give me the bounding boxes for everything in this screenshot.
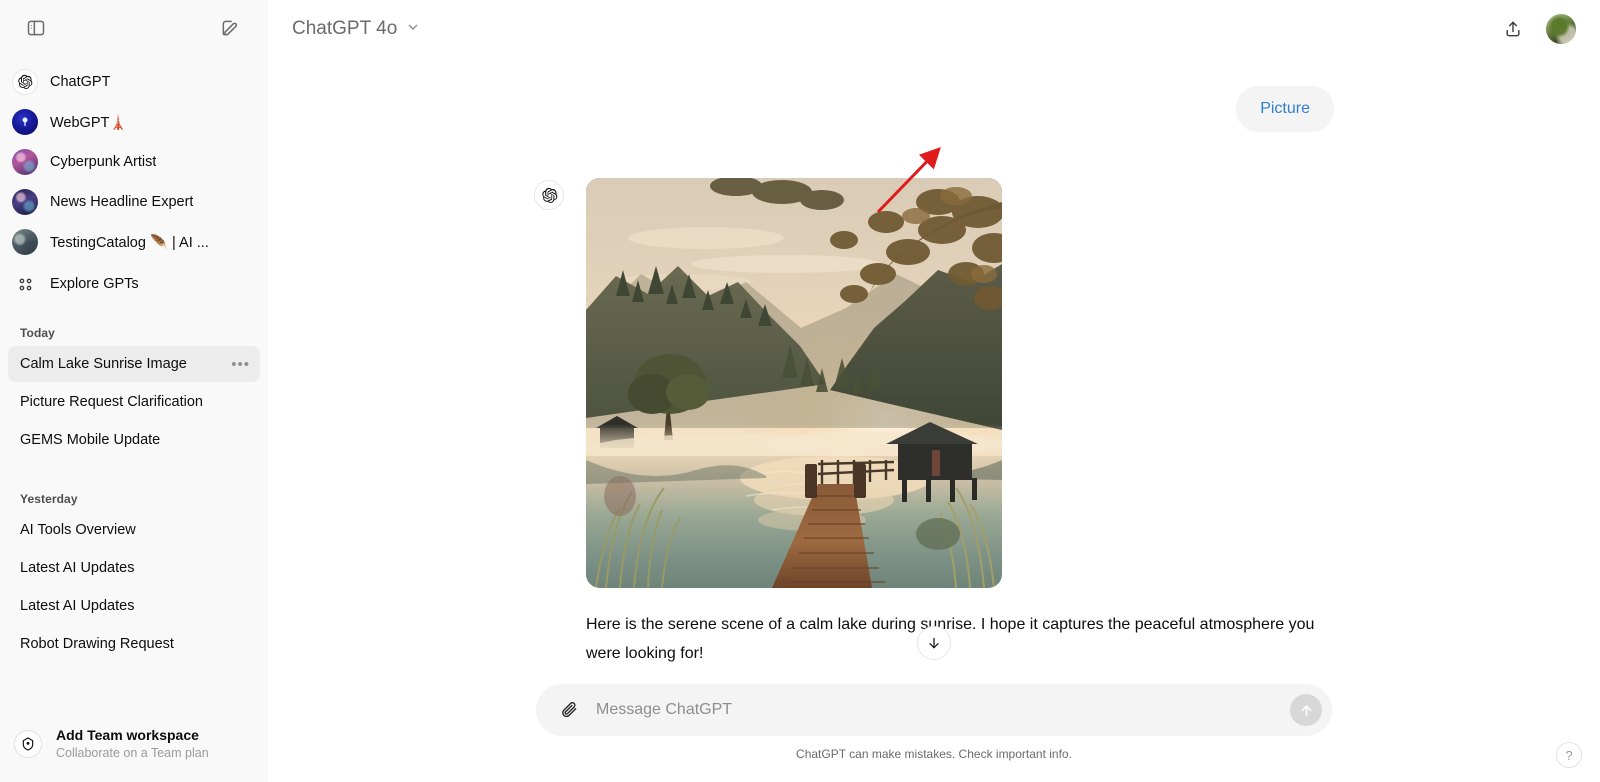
sidebar-item-label: TestingCatalog 🪶 | AI ...	[50, 234, 209, 251]
sidebar: ChatGPT WebGPT🗼 Cyberpunk Artist News He…	[0, 0, 268, 782]
section-title-today: Today	[20, 326, 55, 340]
assistant-message-text: Here is the serene scene of a calm lake …	[586, 616, 1315, 662]
team-badge-icon	[14, 730, 42, 759]
sidebar-item-cyberpunk-artist[interactable]: Cyberpunk Artist	[8, 142, 260, 182]
conversation-inner: Picture Here is the serene scene of a ca…	[534, 58, 1334, 704]
news-avatar	[12, 189, 38, 215]
sidebar-item-news-headline-expert[interactable]: News Headline Expert	[8, 182, 260, 222]
sidebar-item-explore-gpts[interactable]: Explore GPTs	[8, 264, 260, 304]
team-title: Add Team workspace	[56, 727, 199, 744]
chat-item-latest-ai-updates-2[interactable]: Latest AI Updates	[8, 588, 260, 624]
openai-logo-icon	[12, 69, 38, 95]
user-message-bubble[interactable]: Picture	[1236, 86, 1334, 132]
team-subtitle: Collaborate on a Team plan	[56, 746, 209, 761]
testingcatalog-avatar	[12, 229, 38, 255]
user-message-text: Picture	[1260, 100, 1310, 117]
share-upload-icon[interactable]	[1496, 12, 1530, 46]
assistant-body: Here is the serene scene of a calm lake …	[586, 178, 1334, 704]
model-name-label: ChatGPT 4o	[292, 18, 398, 39]
add-team-workspace-button[interactable]: Add Team workspace Collaborate on a Team…	[8, 718, 260, 770]
message-composer[interactable]	[536, 684, 1332, 736]
team-text-block: Add Team workspace Collaborate on a Team…	[56, 726, 209, 762]
chat-item-latest-ai-updates-1[interactable]: Latest AI Updates	[8, 550, 260, 586]
user-turn: Picture	[534, 58, 1334, 132]
chat-item-label: AI Tools Overview	[20, 522, 136, 538]
new-chat-compose-icon[interactable]	[214, 12, 246, 44]
webgpt-avatar	[12, 109, 38, 135]
sidebar-scroll-area: ChatGPT WebGPT🗼 Cyberpunk Artist News He…	[0, 56, 268, 712]
chat-item-picture-request-clarification[interactable]: Picture Request Clarification	[8, 384, 260, 420]
openai-logo-icon	[534, 180, 564, 210]
chat-item-robot-drawing-request[interactable]: Robot Drawing Request	[8, 626, 260, 662]
chat-item-label: Picture Request Clarification	[20, 394, 203, 410]
sidebar-item-label: WebGPT🗼	[50, 114, 128, 131]
sidebar-item-chatgpt[interactable]: ChatGPT	[8, 62, 260, 102]
sidebar-item-label: Cyberpunk Artist	[50, 154, 157, 170]
chat-item-gems-mobile-update[interactable]: GEMS Mobile Update	[8, 422, 260, 458]
chat-item-label: Calm Lake Sunrise Image	[20, 356, 187, 372]
sidebar-footer: Add Team workspace Collaborate on a Team…	[0, 712, 268, 782]
paperclip-icon[interactable]	[554, 695, 584, 725]
sidebar-item-label: Explore GPTs	[50, 276, 139, 292]
gpt-list: ChatGPT WebGPT🗼 Cyberpunk Artist News He…	[8, 62, 260, 304]
chat-item-calm-lake-sunrise-image[interactable]: Calm Lake Sunrise Image •••	[8, 346, 260, 382]
scroll-to-bottom-button[interactable]	[917, 626, 951, 660]
chat-item-ai-tools-overview[interactable]: AI Tools Overview	[8, 512, 260, 548]
generated-image[interactable]	[586, 178, 1002, 588]
composer-area: ChatGPT can make mistakes. Check importa…	[268, 672, 1600, 782]
message-input[interactable]	[584, 701, 1290, 719]
chat-item-label: Latest AI Updates	[20, 598, 135, 614]
cyberpunk-avatar	[12, 149, 38, 175]
sidebar-item-testingcatalog[interactable]: TestingCatalog 🪶 | AI ...	[8, 222, 260, 262]
chat-item-label: GEMS Mobile Update	[20, 432, 161, 448]
sidebar-header	[0, 0, 268, 56]
disclaimer-text: ChatGPT can make mistakes. Check importa…	[796, 747, 1072, 761]
send-button[interactable]	[1290, 694, 1322, 726]
top-bar: ChatGPT 4o	[268, 0, 1600, 58]
help-button[interactable]: ?	[1556, 742, 1582, 768]
chat-item-label: Latest AI Updates	[20, 560, 135, 576]
assistant-turn: Here is the serene scene of a calm lake …	[534, 132, 1334, 704]
chat-item-label: Robot Drawing Request	[20, 636, 174, 652]
sidebar-item-label: News Headline Expert	[50, 194, 194, 210]
chevron-down-icon	[405, 19, 421, 40]
main-panel: ChatGPT 4o Picture Here is the serene sc…	[268, 0, 1600, 782]
sidebar-item-webgpt[interactable]: WebGPT🗼	[8, 102, 260, 142]
section-title-yesterday: Yesterday	[20, 492, 78, 506]
chatgpt-app-window: ChatGPT WebGPT🗼 Cyberpunk Artist News He…	[0, 0, 1600, 782]
grid-apps-icon	[12, 271, 38, 297]
model-selector[interactable]: ChatGPT 4o	[282, 12, 431, 46]
sidebar-item-label: ChatGPT	[50, 74, 111, 90]
top-bar-actions	[1496, 12, 1576, 46]
sidebar-toggle-icon[interactable]	[20, 12, 52, 44]
user-avatar[interactable]	[1546, 14, 1576, 44]
chat-options-icon[interactable]: •••	[231, 357, 250, 372]
